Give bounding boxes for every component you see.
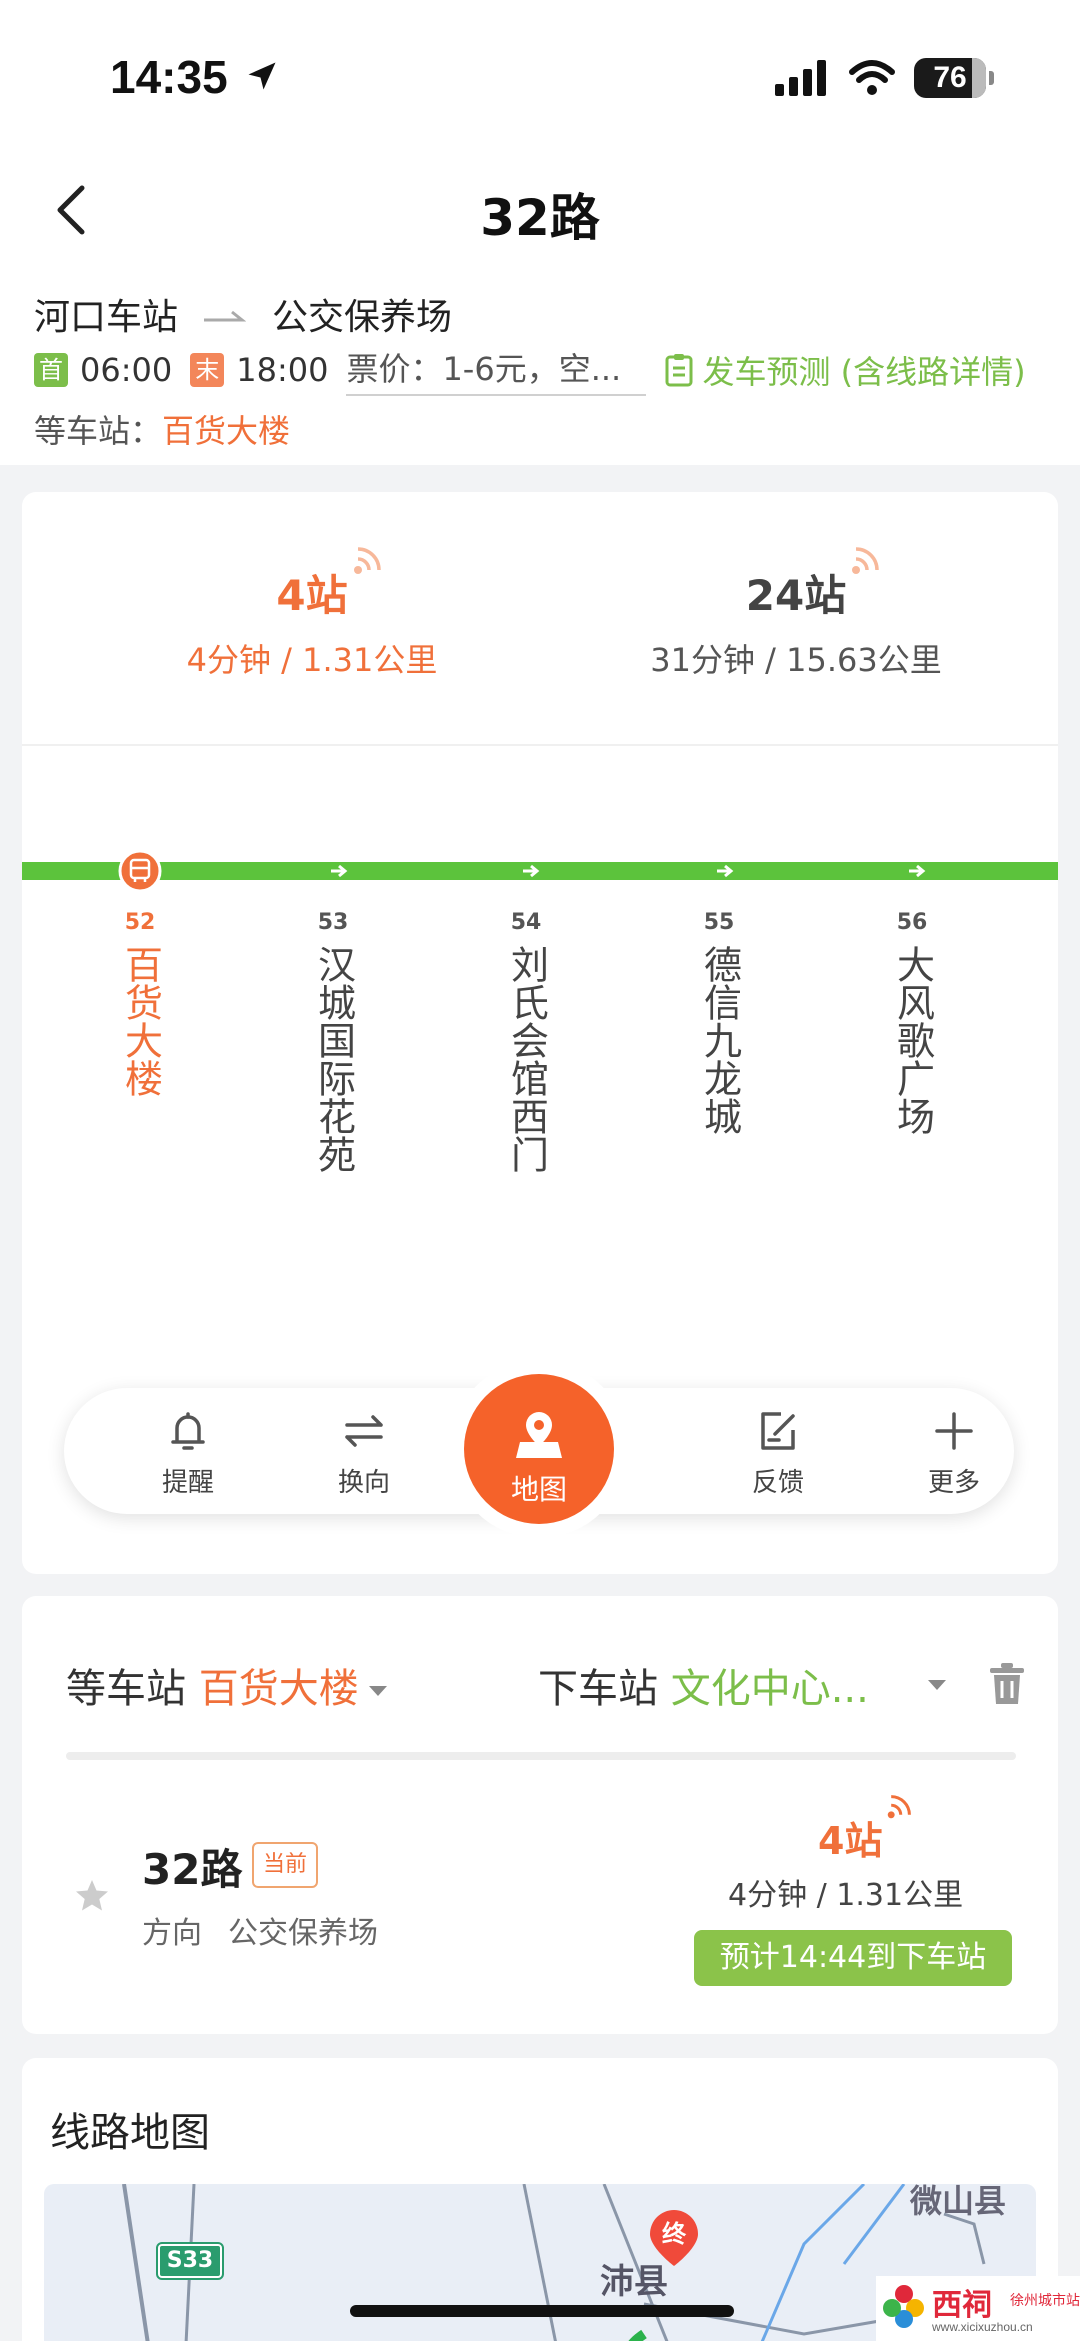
dropdown-caret-icon — [368, 1686, 387, 1696]
feedback-button[interactable]: 反馈 — [718, 1406, 838, 1499]
nearest-bus-stops: 4站 — [276, 547, 381, 623]
watermark-subtitle: 徐州城市站 — [1010, 2293, 1080, 2309]
fare-info[interactable]: 票价：1-6元，空... — [346, 344, 647, 396]
nearest-bus-detail: 4分钟 / 1.31公里 — [186, 641, 438, 679]
watermark-url: www.xicixuzhou.cn — [932, 2320, 1033, 2334]
direction-arrow-icon — [331, 864, 348, 878]
map-place-label: 微山县 — [910, 2184, 1007, 2220]
stop-name: 刘氏会馆西门 — [504, 945, 549, 1173]
stop-name: 汉城国际花苑 — [311, 945, 356, 1173]
stop-number: 54 — [510, 910, 542, 935]
dropdown-caret-icon[interactable] — [928, 1680, 946, 1690]
route-endpoints: 河口车站 公交保养场 — [34, 288, 452, 340]
trip-card: 等车站 百货大楼 下车站 文化中心... 32路 当前 方向 公交保养场 4站 4… — [22, 1596, 1058, 2034]
schedule-info: 首 06:00 末 18:00 票价：1-6元，空... 发车预测 (含线路详情… — [34, 347, 1026, 396]
location-arrow-icon — [248, 62, 276, 90]
trip-stops: 4站 — [818, 1795, 912, 1865]
stop-number: 53 — [317, 910, 349, 935]
highway-sign: S33 — [156, 2242, 224, 2280]
stop-item[interactable]: 54 刘氏会馆西门 — [486, 910, 566, 1173]
divider — [66, 1752, 1016, 1760]
wifi-icon — [849, 60, 895, 95]
realtime-signal-icon — [353, 547, 381, 574]
route-direction: 方向 公交保养场 — [142, 1916, 378, 1951]
line-card: 4站 4分钟 / 1.31公里 24站 31分钟 / 15.63公里 52 百货… — [22, 492, 1058, 1574]
terminal-marker-label: 终 — [662, 2220, 686, 2248]
map-pin-icon — [516, 1412, 562, 1458]
plus-icon — [935, 1412, 973, 1450]
stop-name: 德信九龙城 — [697, 945, 742, 1135]
direction-arrow-icon — [909, 864, 926, 878]
bus-stop-marker-icon — [118, 849, 162, 893]
nearest-bus-eta[interactable]: 4站 4分钟 / 1.31公里 — [112, 547, 512, 681]
page-title: 32路 — [480, 189, 600, 247]
home-indicator[interactable] — [350, 2305, 734, 2317]
stop-number: 55 — [703, 910, 735, 935]
route-destination: 公交保养场 — [272, 297, 453, 338]
trash-icon[interactable] — [988, 1662, 1026, 1706]
watermark-brand: 西祠 — [932, 2288, 992, 2323]
forecast-label: 发车预测 (含线路详情) — [702, 353, 1026, 391]
stop-name: 百货大楼 — [118, 945, 163, 1097]
first-bus-tag: 首 — [34, 353, 68, 387]
waiting-station-name[interactable]: 百货大楼 — [162, 412, 290, 450]
first-bus-time: 06:00 — [80, 351, 173, 389]
stop-item[interactable]: 53 汉城国际花苑 — [293, 910, 373, 1173]
waiting-station-label: 等车站： — [34, 412, 163, 450]
route-origin: 河口车站 — [34, 297, 179, 338]
stop-item[interactable]: 55 德信九龙城 — [679, 910, 759, 1135]
next-bus-stops: 24站 — [746, 547, 879, 623]
last-bus-time: 18:00 — [236, 351, 329, 389]
status-time: 14:35 — [110, 51, 228, 103]
direction-arrow-icon — [717, 864, 734, 878]
route-name: 32路 — [142, 1845, 243, 1894]
next-bus-detail: 31分钟 / 15.63公里 — [650, 641, 942, 679]
remind-button[interactable]: 提醒 — [128, 1406, 248, 1499]
divider — [22, 744, 1058, 746]
status-bar: 14:35 76 — [0, 0, 1080, 150]
departure-forecast-link[interactable]: 发车预测 (含线路详情) — [664, 347, 1026, 393]
watermark-logo-icon — [883, 2285, 924, 2328]
cellular-signal-icon — [775, 60, 826, 96]
alighting-station-select[interactable]: 下车站 文化中心... — [538, 1656, 869, 1714]
next-bus-eta[interactable]: 24站 31分钟 / 15.63公里 — [596, 547, 996, 681]
trip-detail: 4分钟 / 1.31公里 — [728, 1878, 964, 1913]
route-header: 32路 河口车站 公交保养场 首 06:00 末 18:00 票价：1-6元，空… — [0, 150, 1080, 465]
stop-number: 56 — [896, 910, 928, 935]
map-button[interactable]: 地图 — [464, 1374, 614, 1524]
realtime-signal-icon — [852, 547, 879, 574]
stop-number: 52 — [124, 910, 156, 935]
switch-direction-button[interactable]: 换向 — [304, 1406, 424, 1499]
boarding-station-select[interactable]: 等车站 百货大楼 — [66, 1656, 387, 1714]
favorite-star-icon[interactable] — [74, 1878, 110, 1914]
route-direction-arrow-icon — [204, 310, 247, 322]
bell-icon — [171, 1412, 205, 1450]
clipboard-icon — [665, 354, 693, 387]
direction-arrow-icon — [523, 864, 540, 878]
stop-item[interactable]: 52 百货大楼 — [100, 910, 180, 1097]
waiting-station-info: 等车站：百货大楼 — [34, 406, 290, 452]
watermark: 西祠 徐州城市站 www.xicixuzhou.cn — [876, 2276, 1080, 2341]
more-button[interactable]: 更多 — [894, 1406, 1014, 1499]
stop-item[interactable]: 56 大风歌广场 — [872, 910, 952, 1135]
battery-indicator: 76 — [914, 58, 994, 98]
realtime-signal-icon — [888, 1795, 912, 1819]
current-badge: 当前 — [252, 1842, 318, 1888]
stop-name: 大风歌广场 — [890, 945, 935, 1135]
last-bus-tag: 末 — [190, 353, 225, 387]
station-selector: 等车站 百货大楼 下车站 文化中心... — [66, 1656, 1026, 1716]
arrival-estimate-badge: 预计14:44到下车站 — [694, 1930, 1012, 1986]
swap-arrows-icon — [345, 1415, 383, 1447]
edit-note-icon — [761, 1412, 795, 1450]
map-title: 线路地图 — [50, 2110, 210, 2156]
